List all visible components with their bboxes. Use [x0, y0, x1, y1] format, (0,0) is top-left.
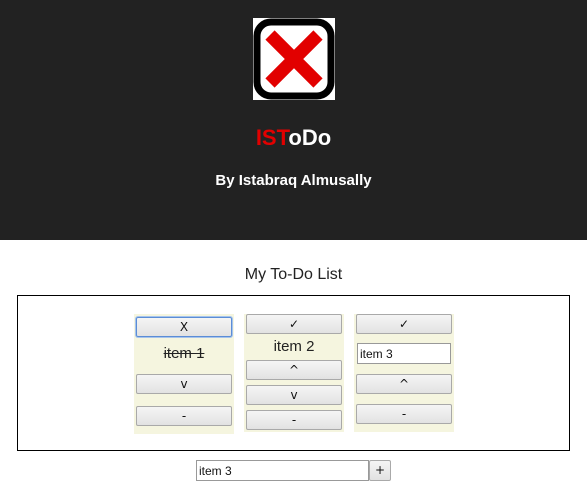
new-item-input[interactable] [196, 460, 369, 481]
list-title: My To-Do List [244, 266, 343, 283]
complete-item-button[interactable]: ✓ [356, 314, 452, 334]
red-x-icon [253, 18, 335, 100]
decrement-button[interactable]: - [356, 404, 452, 424]
todo-card-2: ✓ item 2 ^ v - [244, 314, 344, 432]
add-item-button[interactable]: + [369, 460, 391, 481]
app-title: ISToDo [0, 125, 587, 151]
complete-item-button[interactable]: ✓ [246, 314, 342, 334]
todo-card-3: ✓ ^ - [354, 314, 454, 432]
app-title-rest: oDo [288, 125, 332, 150]
app-header: ISToDo By Istabraq Almusally [0, 0, 587, 240]
decrement-button[interactable]: - [246, 410, 342, 430]
move-down-button[interactable]: v [136, 374, 232, 394]
todo-card-1: X item 1 v - [134, 314, 234, 434]
move-up-button[interactable]: ^ [246, 360, 342, 380]
move-down-button[interactable]: v [246, 385, 342, 405]
todo-board: X item 1 v - ✓ item 2 ^ v - ✓ ^ - [17, 295, 570, 451]
decrement-button[interactable]: - [136, 406, 232, 426]
delete-item-button[interactable]: X [136, 317, 232, 337]
item-edit-field[interactable] [357, 343, 451, 364]
item-label[interactable]: item 1 [134, 345, 234, 362]
move-up-button[interactable]: ^ [356, 374, 452, 394]
author-byline: By Istabraq Almusally [215, 172, 372, 189]
item-label[interactable]: item 2 [244, 338, 344, 355]
app-title-accent: IST [255, 125, 289, 150]
